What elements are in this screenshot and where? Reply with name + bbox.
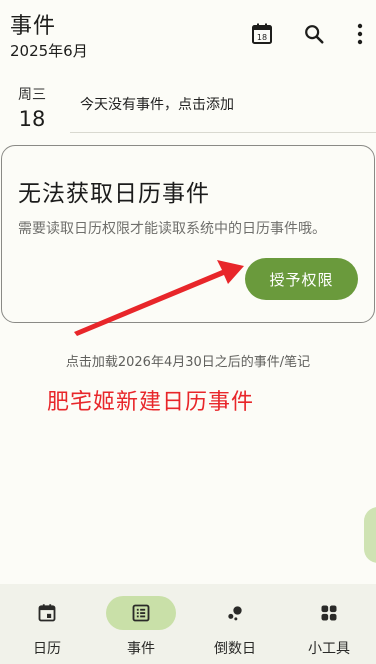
- page-title: 事件: [10, 14, 57, 39]
- permission-title: 无法获取日历事件: [18, 181, 210, 207]
- nav-label-countdown: 倒数日: [214, 641, 256, 657]
- countdown-icon: [228, 606, 242, 621]
- bottom-navigation: 日历 事件 倒数日 小工具: [0, 584, 376, 664]
- app-header: 事件 2025年6月 18: [0, 0, 376, 70]
- nav-item-countdown[interactable]: 倒数日: [188, 584, 282, 664]
- nav-item-calendar[interactable]: 日历: [0, 584, 94, 664]
- list-icon: [132, 604, 150, 622]
- load-more-link[interactable]: 点击加载2026年4月30日之后的事件/笔记: [0, 351, 376, 370]
- nav-label-widgets: 小工具: [308, 641, 350, 657]
- floating-side-handle[interactable]: [364, 507, 376, 563]
- more-vert-icon: [357, 23, 363, 45]
- widgets-icon: [321, 605, 337, 621]
- calendar-today-icon: 18: [252, 23, 272, 44]
- today-calendar-button[interactable]: 18: [248, 20, 276, 48]
- annotation-text: 肥宅姬新建日历事件: [47, 390, 255, 415]
- month-subtitle: 2025年6月: [10, 42, 88, 60]
- calendar-icon: [38, 604, 56, 622]
- nav-label-events: 事件: [127, 641, 155, 657]
- nav-item-events[interactable]: 事件: [94, 584, 188, 664]
- search-icon: [305, 25, 324, 44]
- no-events-text: 今天没有事件，点击添加: [80, 97, 234, 113]
- nav-item-widgets[interactable]: 小工具: [282, 584, 376, 664]
- grant-permission-button[interactable]: 授予权限: [245, 258, 358, 300]
- permission-description: 需要读取日历权限才能读取系统中的日历事件哦。: [18, 221, 326, 237]
- day-number: 18: [18, 107, 46, 131]
- day-indicator: 周三 18: [12, 84, 52, 131]
- weekday-label: 周三: [18, 87, 46, 103]
- permission-card: 无法获取日历事件 需要读取日历权限才能读取系统中的日历事件哦。 授予权限: [1, 145, 375, 323]
- search-button[interactable]: [300, 20, 328, 48]
- calendar-icon-day: 18: [257, 33, 267, 42]
- more-options-button[interactable]: [346, 20, 374, 48]
- nav-label-calendar: 日历: [33, 641, 61, 657]
- add-event-row[interactable]: 今天没有事件，点击添加: [70, 86, 376, 133]
